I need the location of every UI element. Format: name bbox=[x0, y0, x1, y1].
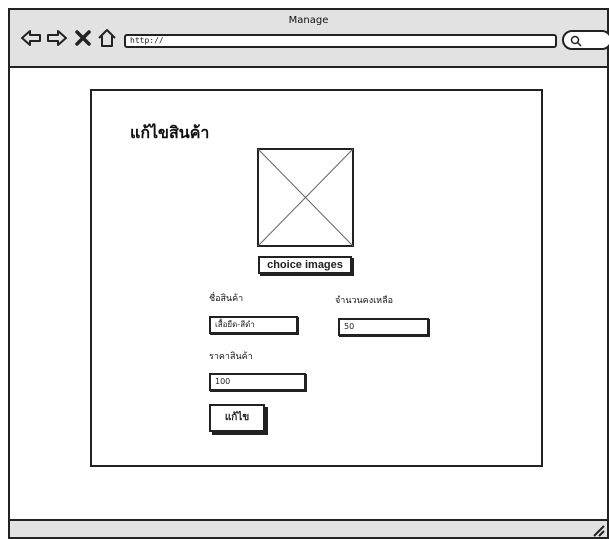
page-title: แก้ไขสินค้า bbox=[130, 123, 210, 142]
price-label: ราคาสินค้า bbox=[209, 352, 253, 362]
stock-label: จำนวนคงเหลือ bbox=[335, 296, 394, 306]
forward-arrow-icon[interactable] bbox=[46, 28, 68, 48]
price-input[interactable]: 100 bbox=[209, 373, 306, 391]
stock-input[interactable]: 50 bbox=[338, 318, 429, 336]
search-box[interactable] bbox=[562, 30, 609, 50]
back-arrow-icon[interactable] bbox=[20, 28, 42, 48]
choice-images-button[interactable]: choice images bbox=[258, 256, 352, 274]
home-icon[interactable] bbox=[96, 28, 118, 48]
edit-product-panel: แก้ไขสินค้า choice images ชื่อสินค้า เสื… bbox=[90, 89, 543, 467]
image-placeholder bbox=[257, 148, 354, 247]
close-icon[interactable] bbox=[72, 28, 94, 48]
window-title: Manage bbox=[288, 15, 329, 26]
browser-titlebar: Manage http:// bbox=[10, 10, 609, 68]
product-name-label: ชื่อสินค้า bbox=[209, 294, 244, 304]
edit-submit-button[interactable]: แก้ไข bbox=[209, 404, 265, 432]
product-name-input[interactable]: เสื้อยืด-สีดำ bbox=[209, 316, 298, 334]
status-bar bbox=[10, 519, 607, 537]
search-icon bbox=[570, 35, 582, 47]
resize-grip-icon[interactable] bbox=[591, 523, 605, 537]
url-bar[interactable]: http:// bbox=[124, 34, 557, 48]
